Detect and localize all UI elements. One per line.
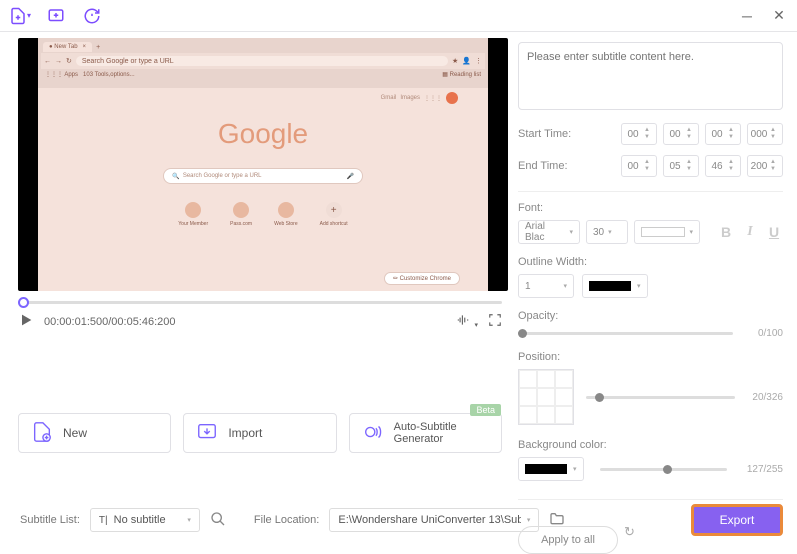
timeline-scrubber[interactable] bbox=[18, 301, 502, 304]
new-icon bbox=[31, 421, 53, 446]
play-button[interactable] bbox=[18, 312, 34, 331]
position-slider[interactable] bbox=[586, 396, 735, 399]
folder-icon[interactable] bbox=[549, 511, 565, 530]
position-value: 20/326 bbox=[743, 392, 783, 403]
bgcolor-select[interactable]: ▾ bbox=[518, 457, 584, 481]
end-time-label: End Time: bbox=[518, 160, 583, 172]
fullscreen-button[interactable] bbox=[488, 313, 502, 330]
auto-label: Auto-Subtitle Generator bbox=[394, 421, 489, 445]
outline-label: Outline Width: bbox=[518, 256, 783, 268]
google-search: 🔍 Search Google or type a URL🎤 bbox=[163, 168, 363, 184]
italic-button[interactable]: I bbox=[741, 224, 759, 240]
add-file-button[interactable]: ▾ bbox=[8, 4, 32, 28]
font-size-select[interactable]: 30▾ bbox=[586, 220, 628, 244]
google-logo: Google bbox=[38, 118, 488, 150]
export-button[interactable]: Export bbox=[691, 504, 783, 536]
new-button[interactable]: New bbox=[18, 413, 171, 453]
waveform-button[interactable]: ▾ bbox=[455, 313, 478, 330]
file-location-select[interactable]: E:\Wondershare UniConverter 13\SubEdited… bbox=[329, 508, 539, 532]
outline-color-select[interactable]: ▾ bbox=[582, 274, 648, 298]
bgcolor-label: Background color: bbox=[518, 439, 783, 451]
underline-button[interactable]: U bbox=[765, 224, 783, 240]
timeline-handle[interactable] bbox=[18, 297, 29, 308]
font-color-select[interactable]: ▾ bbox=[634, 220, 700, 244]
subtitle-list-label: Subtitle List: bbox=[20, 514, 80, 526]
start-ss[interactable] bbox=[706, 129, 728, 140]
opacity-value: 0/100 bbox=[743, 328, 783, 339]
font-label: Font: bbox=[518, 202, 783, 214]
start-ms[interactable] bbox=[748, 129, 770, 140]
right-panel: Start Time: ▲▼ ▲▼ ▲▼ ▲▼ End Time: ▲▼ ▲▼ … bbox=[510, 32, 797, 492]
refresh-icon[interactable]: ↻ bbox=[624, 524, 635, 540]
bgcolor-slider[interactable] bbox=[600, 468, 727, 471]
end-hh[interactable] bbox=[622, 161, 644, 172]
subtitle-textarea[interactable] bbox=[518, 42, 783, 110]
end-ms[interactable] bbox=[748, 161, 770, 172]
timecode: 00:00:01:500/00:05:46:200 bbox=[44, 316, 176, 328]
browser-addr: Search Google or type a URL bbox=[76, 56, 448, 66]
auto-icon bbox=[362, 421, 384, 446]
end-mm[interactable] bbox=[664, 161, 686, 172]
browser-tab: ● New Tab × bbox=[43, 42, 92, 52]
outline-width-select[interactable]: 1▾ bbox=[518, 274, 574, 298]
position-label: Position: bbox=[518, 351, 783, 363]
auto-subtitle-button[interactable]: Beta Auto-Subtitle Generator bbox=[349, 413, 502, 453]
new-label: New bbox=[63, 426, 87, 440]
add-rotate-button[interactable] bbox=[80, 4, 104, 28]
bgcolor-value: 127/255 bbox=[743, 464, 783, 475]
import-button[interactable]: Import bbox=[183, 413, 336, 453]
shortcuts: Your Member Pass.com Web Store +Add shor… bbox=[38, 202, 488, 227]
font-family-select[interactable]: Arial Blac▾ bbox=[518, 220, 580, 244]
end-ss[interactable] bbox=[706, 161, 728, 172]
left-panel: ● New Tab × + ←→↻ Search Google or type … bbox=[0, 32, 510, 492]
search-icon[interactable] bbox=[210, 511, 226, 530]
position-grid[interactable] bbox=[518, 369, 574, 425]
customize-chrome: ✏ Customize Chrome bbox=[384, 272, 460, 285]
add-screen-button[interactable] bbox=[44, 4, 68, 28]
start-hh[interactable] bbox=[622, 129, 644, 140]
import-label: Import bbox=[228, 426, 262, 440]
start-time-label: Start Time: bbox=[518, 128, 583, 140]
opacity-label: Opacity: bbox=[518, 310, 783, 322]
minimize-button[interactable]: ─ bbox=[737, 6, 757, 26]
opacity-slider[interactable] bbox=[518, 332, 733, 335]
beta-tag: Beta bbox=[470, 404, 501, 416]
titlebar: ▾ ─ ✕ bbox=[0, 0, 797, 32]
subtitle-list-select[interactable]: T|No subtitle▾ bbox=[90, 508, 200, 532]
spinner-icon[interactable]: ▲▼ bbox=[644, 127, 654, 141]
video-preview[interactable]: ● New Tab × + ←→↻ Search Google or type … bbox=[18, 38, 508, 291]
start-mm[interactable] bbox=[664, 129, 686, 140]
bold-button[interactable]: B bbox=[717, 224, 735, 240]
import-icon bbox=[196, 421, 218, 446]
close-button[interactable]: ✕ bbox=[769, 6, 789, 26]
file-location-label: File Location: bbox=[254, 514, 319, 526]
browser-top-links: Gmail Images ⋮⋮⋮ bbox=[381, 92, 458, 104]
